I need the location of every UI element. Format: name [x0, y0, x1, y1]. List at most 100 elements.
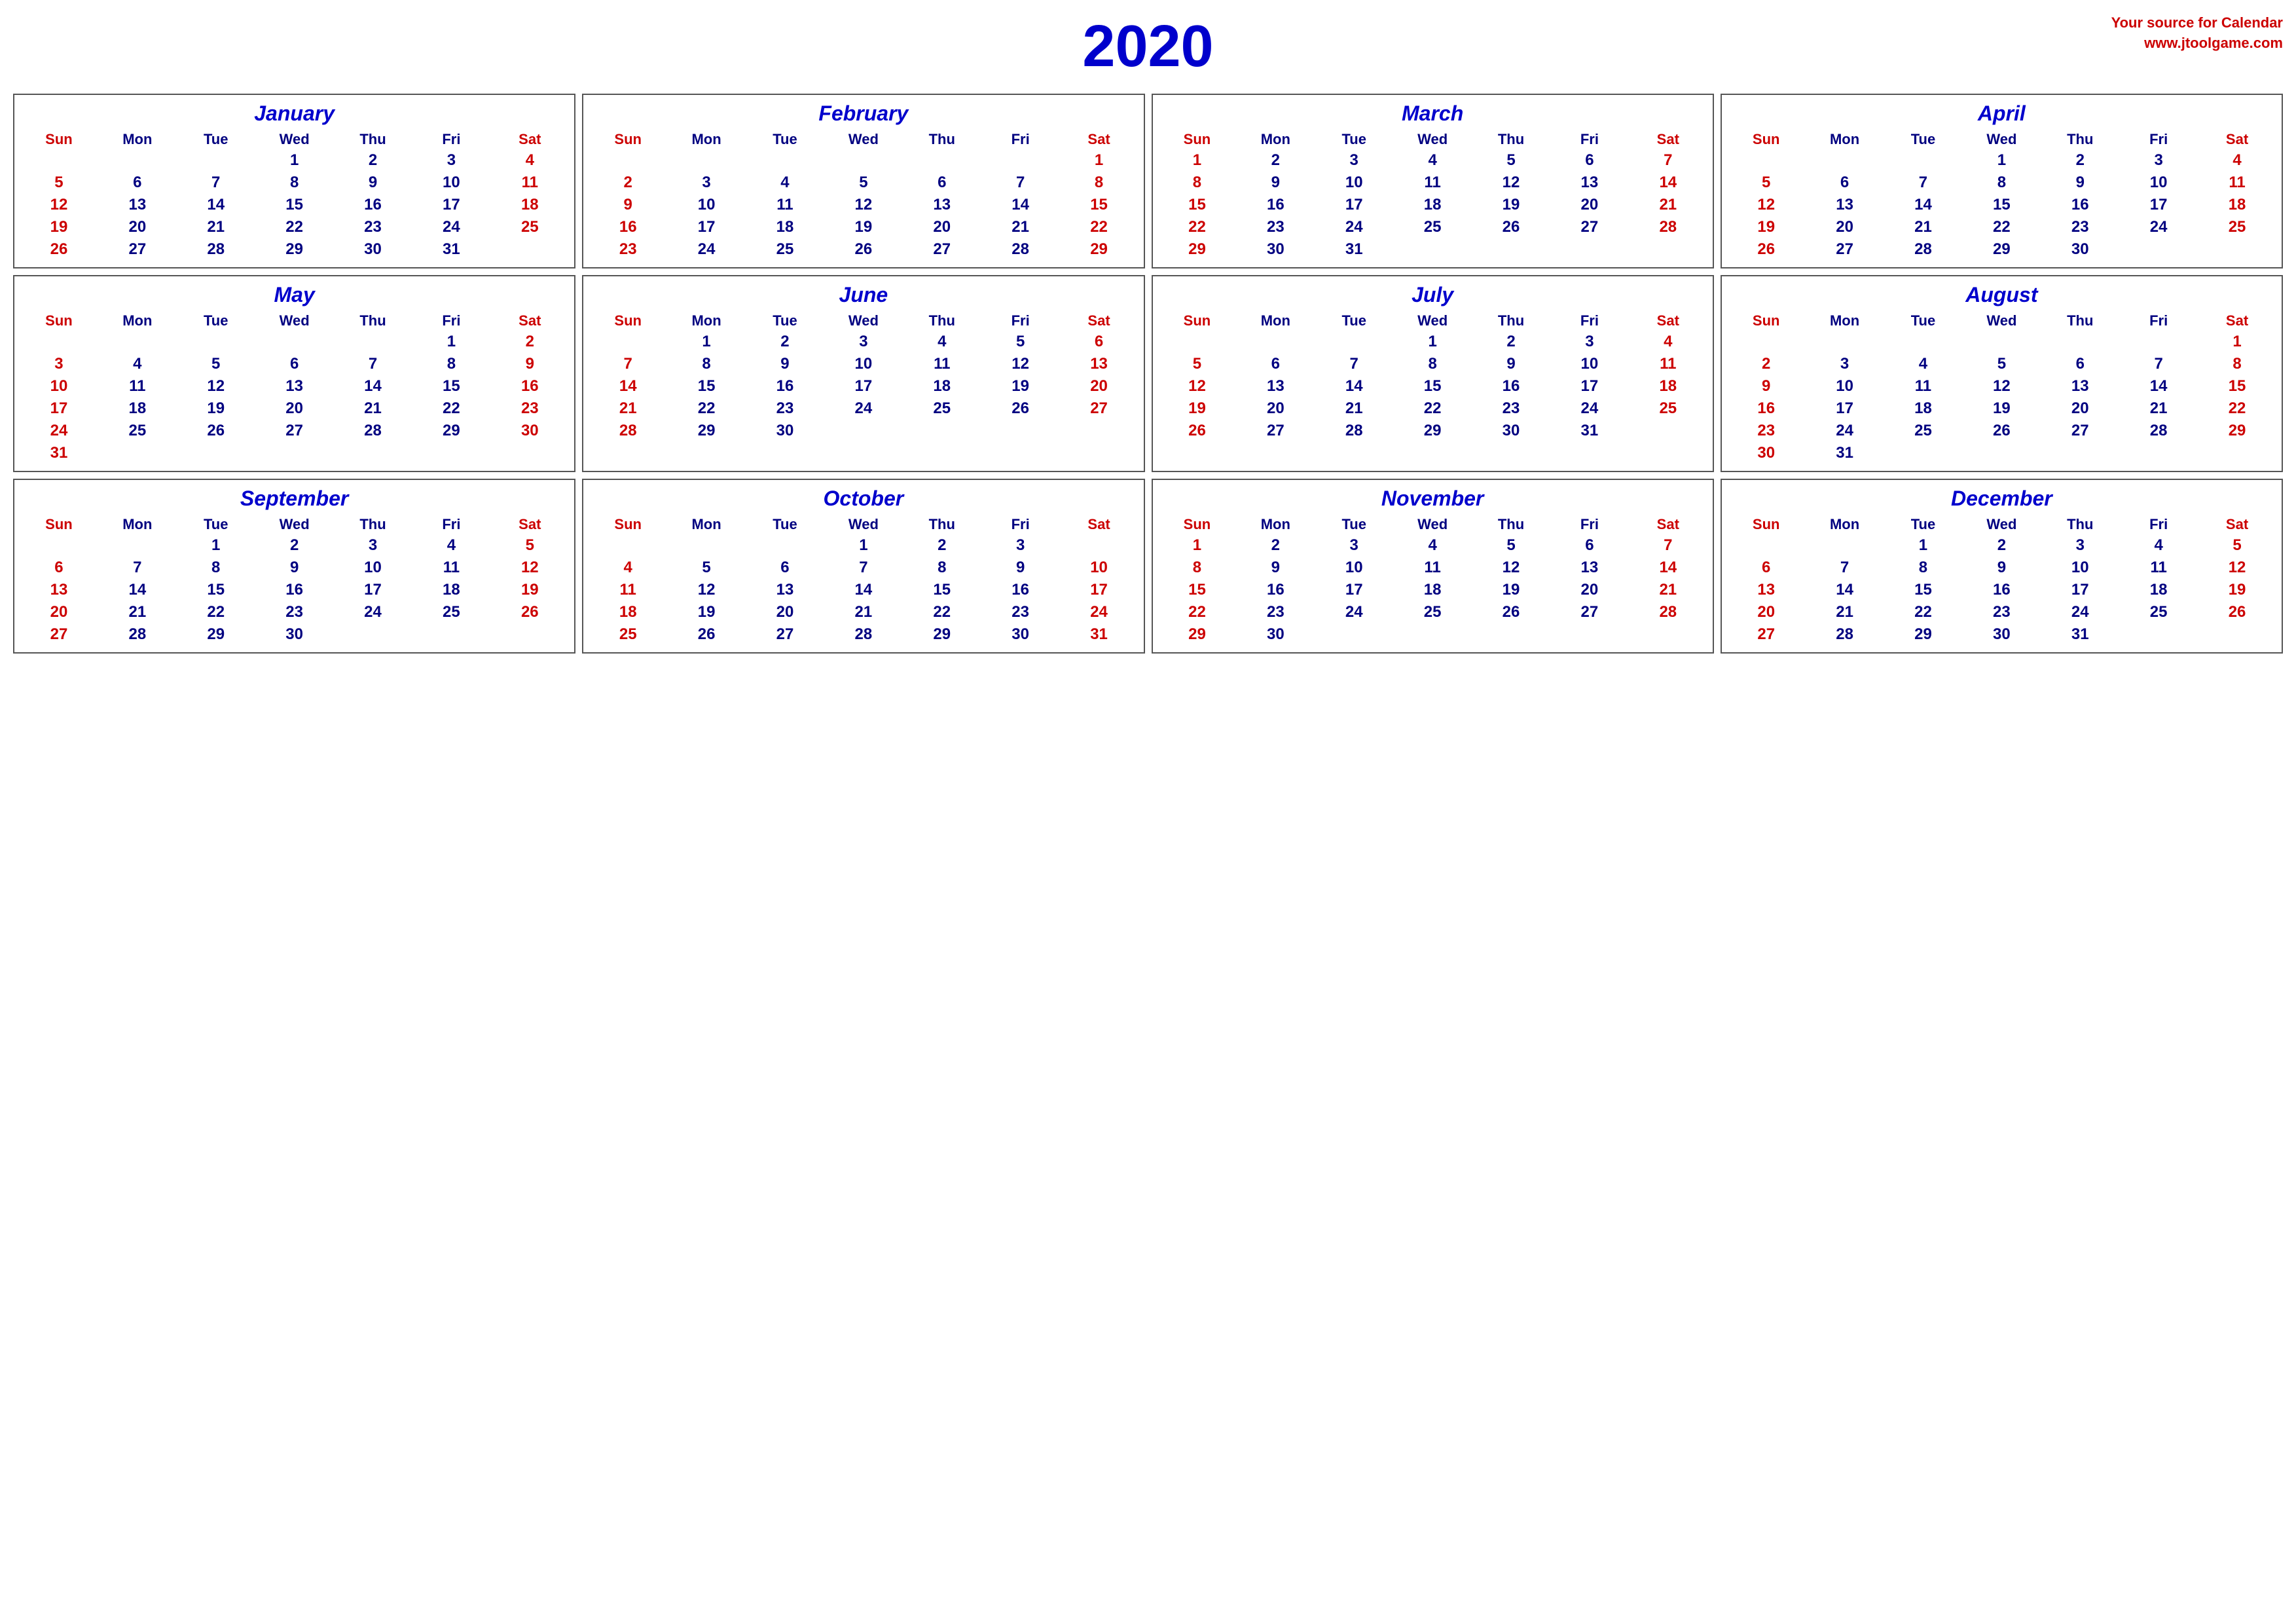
day-cell: 27	[746, 623, 824, 646]
day-cell: 12	[177, 375, 255, 397]
day-cell	[1060, 420, 1139, 442]
day-cell: 16	[981, 579, 1060, 601]
week-row: 23242526272829	[1727, 420, 2276, 442]
source-credit: Your source for Calendar www.jtoolgame.c…	[2111, 13, 2283, 54]
day-cell: 21	[1884, 216, 1963, 238]
day-cell: 21	[1315, 397, 1393, 420]
day-cell: 12	[824, 194, 903, 216]
day-cell: 20	[1236, 397, 1315, 420]
month-title: April	[1727, 101, 2276, 126]
week-row: 2930	[1158, 623, 1707, 646]
day-header-sun: Sun	[1727, 515, 1806, 534]
month-table: SunMonTueWedThuFriSat1234567891011121314…	[589, 130, 1138, 261]
day-cell: 19	[1727, 216, 1806, 238]
day-cell: 25	[589, 623, 667, 646]
day-cell: 1	[1962, 149, 2041, 172]
day-cell: 18	[98, 397, 177, 420]
day-header-thu: Thu	[1472, 130, 1550, 149]
month-table: SunMonTueWedThuFriSat1234567891011121314…	[1158, 311, 1707, 442]
day-header-tue: Tue	[177, 311, 255, 331]
day-cell: 19	[981, 375, 1060, 397]
day-cell: 20	[255, 397, 334, 420]
day-cell	[334, 331, 412, 353]
day-cell: 30	[1236, 623, 1315, 646]
day-cell	[255, 331, 334, 353]
day-header-sat: Sat	[1629, 311, 1707, 331]
day-cell	[490, 442, 569, 464]
day-cell	[981, 420, 1060, 442]
day-header-tue: Tue	[1315, 130, 1393, 149]
day-cell	[2198, 442, 2276, 464]
day-cell: 10	[1060, 557, 1139, 579]
day-cell: 21	[1629, 579, 1707, 601]
day-cell: 12	[1962, 375, 2041, 397]
day-cell: 20	[2041, 397, 2119, 420]
day-cell: 2	[2041, 149, 2119, 172]
day-cell: 30	[981, 623, 1060, 646]
day-header-tue: Tue	[746, 311, 824, 331]
day-cell: 28	[824, 623, 903, 646]
month-table: SunMonTueWedThuFriSat1234567891011121314…	[1158, 515, 1707, 646]
day-header-thu: Thu	[1472, 515, 1550, 534]
day-cell: 21	[98, 601, 177, 623]
day-header-sun: Sun	[20, 130, 98, 149]
day-cell: 24	[1550, 397, 1629, 420]
day-cell: 10	[1550, 353, 1629, 375]
day-cell	[2041, 331, 2119, 353]
day-cell: 4	[589, 557, 667, 579]
day-cell: 21	[1629, 194, 1707, 216]
day-cell: 23	[589, 238, 667, 261]
day-header-mon: Mon	[667, 515, 746, 534]
week-row: 11121314151617	[589, 579, 1138, 601]
day-cell: 29	[177, 623, 255, 646]
day-cell: 31	[1315, 238, 1393, 261]
day-cell: 7	[824, 557, 903, 579]
month-table: SunMonTueWedThuFriSat1234567891011121314…	[20, 515, 569, 646]
week-row: 1234	[1158, 331, 1707, 353]
day-cell	[1727, 331, 1806, 353]
day-cell: 22	[255, 216, 334, 238]
day-cell: 3	[981, 534, 1060, 557]
day-cell: 5	[824, 172, 903, 194]
day-cell: 4	[2119, 534, 2198, 557]
week-row: 2345678	[1727, 353, 2276, 375]
month-title: June	[589, 283, 1138, 307]
day-cell: 28	[98, 623, 177, 646]
day-cell: 21	[2119, 397, 2198, 420]
day-cell: 2	[334, 149, 412, 172]
day-cell: 11	[1393, 172, 1472, 194]
day-cell	[1236, 331, 1315, 353]
day-cell: 21	[334, 397, 412, 420]
day-cell	[2198, 238, 2276, 261]
day-cell: 12	[981, 353, 1060, 375]
day-cell	[490, 238, 569, 261]
day-header-fri: Fri	[2119, 130, 2198, 149]
day-cell: 13	[98, 194, 177, 216]
day-header-thu: Thu	[2041, 515, 2119, 534]
day-header-fri: Fri	[1550, 515, 1629, 534]
day-cell: 6	[2041, 353, 2119, 375]
day-cell: 24	[334, 601, 412, 623]
day-header-fri: Fri	[981, 130, 1060, 149]
day-cell	[98, 331, 177, 353]
day-cell: 16	[1236, 579, 1315, 601]
day-cell	[2119, 442, 2198, 464]
day-header-thu: Thu	[2041, 311, 2119, 331]
day-cell: 18	[1393, 194, 1472, 216]
day-cell: 2	[1727, 353, 1806, 375]
day-cell: 12	[20, 194, 98, 216]
week-row: 1234	[20, 149, 569, 172]
day-cell	[589, 149, 667, 172]
day-cell: 3	[2119, 149, 2198, 172]
day-cell: 4	[1629, 331, 1707, 353]
day-cell: 2	[1962, 534, 2041, 557]
day-cell: 18	[1629, 375, 1707, 397]
day-cell: 11	[589, 579, 667, 601]
day-cell: 10	[2119, 172, 2198, 194]
day-cell	[1629, 238, 1707, 261]
day-cell: 18	[2198, 194, 2276, 216]
day-cell: 26	[1472, 216, 1550, 238]
day-cell: 15	[1158, 579, 1237, 601]
day-cell: 5	[1962, 353, 2041, 375]
day-cell: 18	[412, 579, 490, 601]
